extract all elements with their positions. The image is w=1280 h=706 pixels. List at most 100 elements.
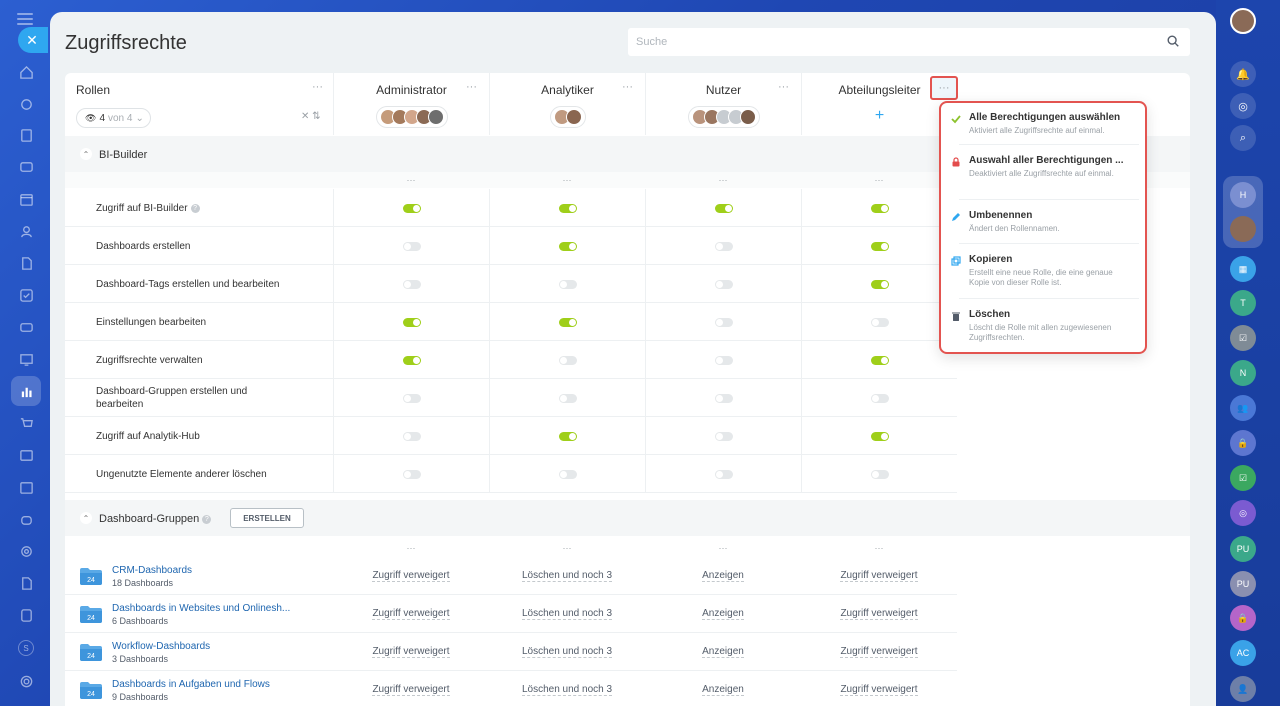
more-icon[interactable]: ···	[875, 175, 884, 185]
more-icon[interactable]: ···	[875, 543, 884, 553]
permission-toggle[interactable]	[558, 469, 577, 479]
chat-avatar-task[interactable]: ☑	[1230, 325, 1256, 351]
chat-icon[interactable]	[16, 157, 36, 177]
create-button[interactable]: ERSTELLEN	[230, 508, 304, 528]
more-icon[interactable]: ···	[719, 175, 728, 185]
settings-icon[interactable]	[16, 671, 36, 691]
member-avatars[interactable]	[687, 106, 760, 128]
calendar-icon[interactable]	[16, 189, 36, 209]
access-level-link[interactable]: Zugriff verweigert	[840, 570, 918, 582]
marketing-icon[interactable]	[16, 541, 36, 561]
sign-icon[interactable]	[16, 573, 36, 593]
permission-toggle[interactable]	[870, 355, 889, 365]
access-level-link[interactable]: Löschen und noch 3	[521, 570, 613, 582]
access-level-link[interactable]: Zugriff verweigert	[372, 570, 450, 582]
chat-avatar-h[interactable]: H	[1230, 182, 1256, 208]
chat-avatar-board[interactable]: ▦	[1230, 256, 1256, 282]
permission-toggle[interactable]	[870, 431, 889, 441]
analytics-icon[interactable]	[11, 376, 41, 406]
permission-toggle[interactable]	[402, 393, 421, 403]
access-level-link[interactable]: Anzeigen	[702, 684, 744, 696]
tasks-icon[interactable]	[16, 285, 36, 305]
permission-toggle[interactable]	[870, 469, 889, 479]
access-level-link[interactable]: Anzeigen	[702, 570, 744, 582]
section-dashboard-groups[interactable]: ⌃ Dashboard-Gruppen? ERSTELLEN	[65, 500, 1190, 536]
more-icon[interactable]: ···	[719, 543, 728, 553]
more-icon[interactable]: ···	[563, 543, 572, 553]
chat-avatar-ac[interactable]: AC	[1230, 640, 1256, 666]
user-avatar[interactable]	[1230, 8, 1256, 34]
permission-toggle[interactable]	[870, 317, 889, 327]
more-icon[interactable]: ···	[563, 175, 572, 185]
copilot-icon[interactable]: ◎	[1230, 93, 1256, 119]
column-more-icon[interactable]: ···	[466, 81, 477, 93]
access-level-link[interactable]: Anzeigen	[702, 608, 744, 620]
access-level-link[interactable]: Zugriff verweigert	[840, 646, 918, 658]
column-more-icon-highlighted[interactable]: ···	[930, 76, 958, 100]
chevron-up-icon[interactable]: ⌃	[80, 512, 92, 524]
chat-avatar-group[interactable]: 👥	[1230, 395, 1256, 421]
bell-icon[interactable]: 🔔	[1230, 61, 1256, 87]
permission-toggle[interactable]	[402, 317, 421, 327]
group-name-link[interactable]: Dashboards in Websites und Onlinesh...	[112, 603, 290, 614]
booking-icon[interactable]	[16, 477, 36, 497]
chat-avatar-t[interactable]: T	[1230, 290, 1256, 316]
roles-more-icon[interactable]: ···	[312, 81, 323, 93]
add-member-icon[interactable]: +	[875, 107, 884, 125]
column-more-icon[interactable]: ···	[622, 81, 633, 93]
group-name-link[interactable]: CRM-Dashboards	[112, 565, 192, 576]
access-level-link[interactable]: Löschen und noch 3	[521, 646, 613, 658]
permission-toggle[interactable]	[558, 431, 577, 441]
chat-avatar-pu-2[interactable]: PU	[1230, 571, 1256, 597]
access-level-link[interactable]: Löschen und noch 3	[521, 608, 613, 620]
search-icon[interactable]	[1166, 34, 1180, 48]
member-avatars[interactable]	[549, 106, 586, 128]
permission-toggle[interactable]	[870, 203, 889, 213]
search-input[interactable]: Suche	[628, 28, 1190, 56]
crm-icon[interactable]	[16, 317, 36, 337]
permission-toggle[interactable]	[558, 203, 577, 213]
search-chat-icon[interactable]: ⌕	[1230, 125, 1256, 151]
permission-toggle[interactable]	[714, 355, 733, 365]
chat-avatar-pu[interactable]: PU	[1230, 536, 1256, 562]
permission-toggle[interactable]	[714, 279, 733, 289]
access-level-link[interactable]: Löschen und noch 3	[521, 684, 613, 696]
access-level-link[interactable]: Zugriff verweigert	[372, 684, 450, 696]
bot-icon[interactable]	[16, 509, 36, 529]
close-icon[interactable]: ✕	[18, 27, 48, 53]
permission-toggle[interactable]	[870, 393, 889, 403]
more-icon[interactable]: ···	[407, 543, 416, 553]
permission-toggle[interactable]	[558, 393, 577, 403]
permission-toggle[interactable]	[714, 241, 733, 251]
document-icon[interactable]	[16, 253, 36, 273]
chat-avatar-people[interactable]: 👤	[1230, 676, 1256, 702]
shop-icon[interactable]	[16, 413, 36, 433]
help-icon[interactable]: ?	[190, 203, 200, 213]
chat-avatar-person[interactable]	[1230, 216, 1256, 242]
home-icon[interactable]	[16, 62, 36, 82]
chevron-up-icon[interactable]: ⌃	[80, 148, 92, 160]
permission-toggle[interactable]	[402, 469, 421, 479]
chat-avatar-copilot[interactable]: ◎	[1230, 500, 1256, 526]
sites-icon[interactable]	[16, 349, 36, 369]
workspace-badge[interactable]: S	[18, 640, 34, 656]
feed-icon[interactable]	[16, 125, 36, 145]
chat-avatar-n[interactable]: N	[1230, 360, 1256, 386]
permission-toggle[interactable]	[870, 241, 889, 251]
permission-toggle[interactable]	[558, 317, 577, 327]
inventory-icon[interactable]	[16, 445, 36, 465]
permission-toggle[interactable]	[558, 279, 577, 289]
access-level-link[interactable]: Anzeigen	[702, 646, 744, 658]
permission-toggle[interactable]	[714, 469, 733, 479]
group-name-link[interactable]: Workflow-Dashboards	[112, 641, 210, 652]
flow-icon[interactable]	[16, 94, 36, 114]
access-level-link[interactable]: Zugriff verweigert	[840, 684, 918, 696]
column-more-icon[interactable]: ···	[778, 81, 789, 93]
permission-toggle[interactable]	[714, 203, 733, 213]
permission-toggle[interactable]	[870, 279, 889, 289]
permission-toggle[interactable]	[558, 241, 577, 251]
permission-toggle[interactable]	[714, 431, 733, 441]
menu-icon[interactable]	[17, 13, 33, 25]
access-level-link[interactable]: Zugriff verweigert	[372, 646, 450, 658]
access-level-link[interactable]: Zugriff verweigert	[372, 608, 450, 620]
